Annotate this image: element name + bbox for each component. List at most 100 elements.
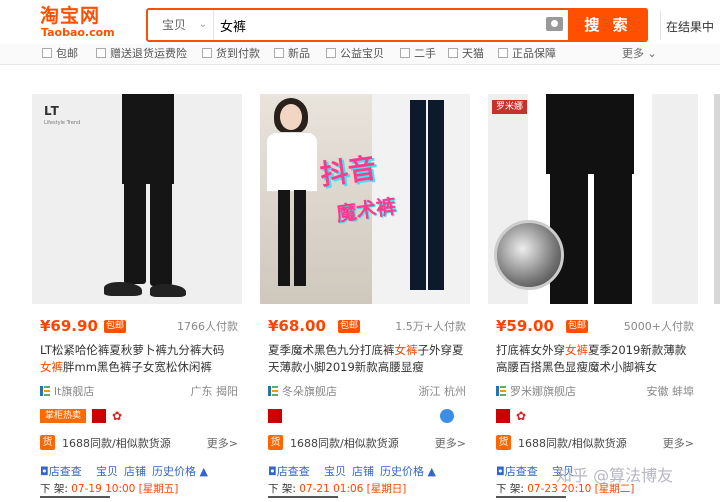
trouser-hip bbox=[122, 94, 174, 184]
checkbox-icon bbox=[448, 48, 458, 58]
product-image[interactable]: 抖音 魔术裤 bbox=[260, 94, 470, 304]
search-button[interactable]: 搜 索 bbox=[568, 8, 648, 42]
filter-checkbox[interactable]: 公益宝贝 bbox=[326, 46, 384, 62]
fabric-detail-inset bbox=[494, 220, 564, 290]
source-more-link[interactable]: 更多> bbox=[435, 435, 466, 451]
filter-checkbox[interactable]: 二手 bbox=[400, 46, 436, 62]
gift-icon bbox=[496, 409, 510, 423]
chevron-down-icon: ⌄ bbox=[198, 19, 207, 30]
filter-checkbox[interactable]: 新品 bbox=[274, 46, 310, 62]
cut-off-row bbox=[40, 496, 240, 502]
shop-name[interactable]: 罗米娜旗舰店 bbox=[510, 383, 576, 399]
tools-row: ◘店查查 宝贝 店铺 历史价格 ▲ bbox=[268, 462, 468, 480]
promo-text: 抖音 bbox=[318, 151, 379, 192]
shoe bbox=[150, 284, 186, 297]
search-within-results-button[interactable]: 在结果中 bbox=[666, 18, 714, 35]
flower-icon: ✿ bbox=[111, 409, 123, 423]
taobao-logo[interactable]: 淘宝网 Taobao.com bbox=[40, 5, 120, 41]
cut-off-row bbox=[496, 496, 696, 502]
deal-count: 1.5万+人付款 bbox=[395, 320, 466, 333]
camera-icon[interactable] bbox=[546, 17, 563, 31]
source-more-link[interactable]: 更多> bbox=[207, 435, 238, 451]
tool-link[interactable]: ◘店查查 bbox=[496, 463, 538, 479]
product-title[interactable]: LT松紧哈伦裤夏秋萝卜裤九分裤大码 女裤胖mm黑色裤子女宽松休闲裤 bbox=[40, 342, 238, 376]
source-more-link[interactable]: 更多> bbox=[663, 435, 694, 451]
source-link[interactable]: 1688同款/相似款货源 bbox=[62, 435, 171, 451]
product-title[interactable]: 夏季魔术黑色九分打底裤女裤子外穿夏天薄款小脚2019新款高腰显瘦 bbox=[268, 342, 466, 376]
tool-link[interactable]: 店铺 bbox=[352, 463, 374, 479]
shop-location: 浙江 杭州 bbox=[418, 385, 467, 398]
source-link[interactable]: 1688同款/相似款货源 bbox=[518, 435, 627, 451]
search-scope-select[interactable]: 宝贝 ⌄ bbox=[148, 10, 214, 40]
price-row: ¥68.00 包邮 1.5万+人付款 bbox=[268, 316, 466, 336]
shop-icon bbox=[40, 386, 50, 396]
trouser-leg bbox=[428, 100, 444, 290]
tool-link[interactable]: ◘店查查 bbox=[268, 463, 310, 479]
model-face bbox=[280, 104, 302, 130]
search-scope-label: 宝贝 bbox=[162, 18, 187, 32]
product-title[interactable]: 打底裤女外穿女裤夏季2019新款薄款高腰百搭黑色显瘦魔术小脚裤女 bbox=[496, 342, 694, 376]
trouser-hip bbox=[546, 94, 634, 174]
price: ¥69.90 bbox=[40, 317, 98, 335]
flower-icon: ✿ bbox=[515, 409, 527, 423]
search-bar: 宝贝 ⌄ 搜 索 bbox=[146, 8, 648, 42]
shop-location: 安徽 蚌埠 bbox=[646, 385, 695, 398]
price: ¥59.00 bbox=[496, 317, 554, 335]
free-shipping-badge: 包邮 bbox=[566, 320, 589, 333]
shelf-row: 下 架: 07-19 10:00 [星期五] bbox=[40, 483, 179, 495]
logo-cn: 淘宝网 bbox=[40, 5, 101, 27]
filter-bar: 包邮 赠送退货运费险 货到付款 新品 公益宝贝 二手 天猫 正品保障 更多 ⌄ bbox=[0, 44, 720, 65]
shop-icon bbox=[496, 386, 506, 396]
triangle-icon: ▲ bbox=[199, 465, 208, 478]
product-card[interactable]: 抖音 魔术裤 ¥68.00 包邮 1.5万+人付款 夏季魔术黑色九分打底裤女裤子… bbox=[260, 94, 472, 502]
filter-checkbox[interactable]: 赠送退货运费险 bbox=[96, 46, 187, 62]
source-link[interactable]: 1688同款/相似款货源 bbox=[290, 435, 399, 451]
filter-checkbox[interactable]: 正品保障 bbox=[498, 46, 556, 62]
trouser-leg bbox=[278, 190, 290, 286]
next-product-image-partial[interactable] bbox=[714, 94, 720, 304]
product-card[interactable]: 罗米娜 ¥59.00 包邮 5000+人付款 打底裤女外穿女裤夏季2019新款薄… bbox=[488, 94, 700, 502]
shop-row: 冬朵旗舰店 浙江 杭州 bbox=[268, 383, 466, 399]
supply-icon: 货 bbox=[496, 435, 511, 450]
checkbox-icon bbox=[274, 48, 284, 58]
shoe bbox=[104, 282, 142, 296]
shelf-row: 下 架: 07-21 01:06 [星期日] bbox=[268, 483, 407, 495]
tool-link[interactable]: ◘店查查 bbox=[40, 463, 82, 479]
brand-logo-sub: Lifestyle Trend bbox=[44, 120, 81, 126]
product-image[interactable]: LT Lifestyle Trend bbox=[32, 94, 242, 304]
logo-en: Taobao.com bbox=[41, 26, 115, 39]
checkbox-icon bbox=[400, 48, 410, 58]
tool-link[interactable]: 历史价格 ▲ bbox=[380, 463, 436, 479]
trouser-leg bbox=[594, 172, 632, 304]
checkbox-icon bbox=[96, 48, 106, 58]
filters-more-button[interactable]: 更多 ⌄ bbox=[622, 46, 657, 62]
spacer bbox=[0, 65, 720, 94]
filter-checkbox[interactable]: 包邮 bbox=[42, 46, 78, 62]
product-image[interactable]: 罗米娜 bbox=[488, 94, 698, 304]
info-icon[interactable] bbox=[440, 409, 454, 423]
checkbox-icon bbox=[326, 48, 336, 58]
free-shipping-badge: 包邮 bbox=[104, 320, 127, 333]
tool-link[interactable]: 宝贝 bbox=[324, 463, 346, 479]
gift-icon bbox=[92, 409, 106, 423]
triangle-icon: ▲ bbox=[427, 465, 436, 478]
checkbox-icon bbox=[42, 48, 52, 58]
watermark: 知乎 @算法博友 bbox=[556, 466, 674, 485]
tool-link[interactable]: 历史价格 ▲ bbox=[152, 463, 208, 479]
trouser-leg bbox=[294, 190, 306, 286]
shop-name[interactable]: lt旗舰店 bbox=[54, 383, 94, 399]
supply-icon: 货 bbox=[40, 435, 55, 450]
source-row: 货 1688同款/相似款货源 更多> bbox=[40, 434, 238, 452]
gift-icon bbox=[268, 409, 282, 423]
tools-row: ◘店查查 宝贝 店铺 历史价格 ▲ bbox=[40, 462, 240, 480]
checkbox-icon bbox=[202, 48, 212, 58]
filter-checkbox[interactable]: 货到付款 bbox=[202, 46, 260, 62]
search-input[interactable] bbox=[220, 14, 520, 36]
tool-link[interactable]: 宝贝 bbox=[96, 463, 118, 479]
shop-row: 罗米娜旗舰店 安徽 蚌埠 bbox=[496, 383, 694, 399]
shop-name[interactable]: 冬朵旗舰店 bbox=[282, 383, 337, 399]
filter-checkbox[interactable]: 天猫 bbox=[448, 46, 484, 62]
store-check-icon: ◘ bbox=[496, 465, 505, 478]
product-card[interactable]: LT Lifestyle Trend ¥69.90 包邮 1766人付款 LT松… bbox=[32, 94, 244, 502]
tool-link[interactable]: 店铺 bbox=[124, 463, 146, 479]
